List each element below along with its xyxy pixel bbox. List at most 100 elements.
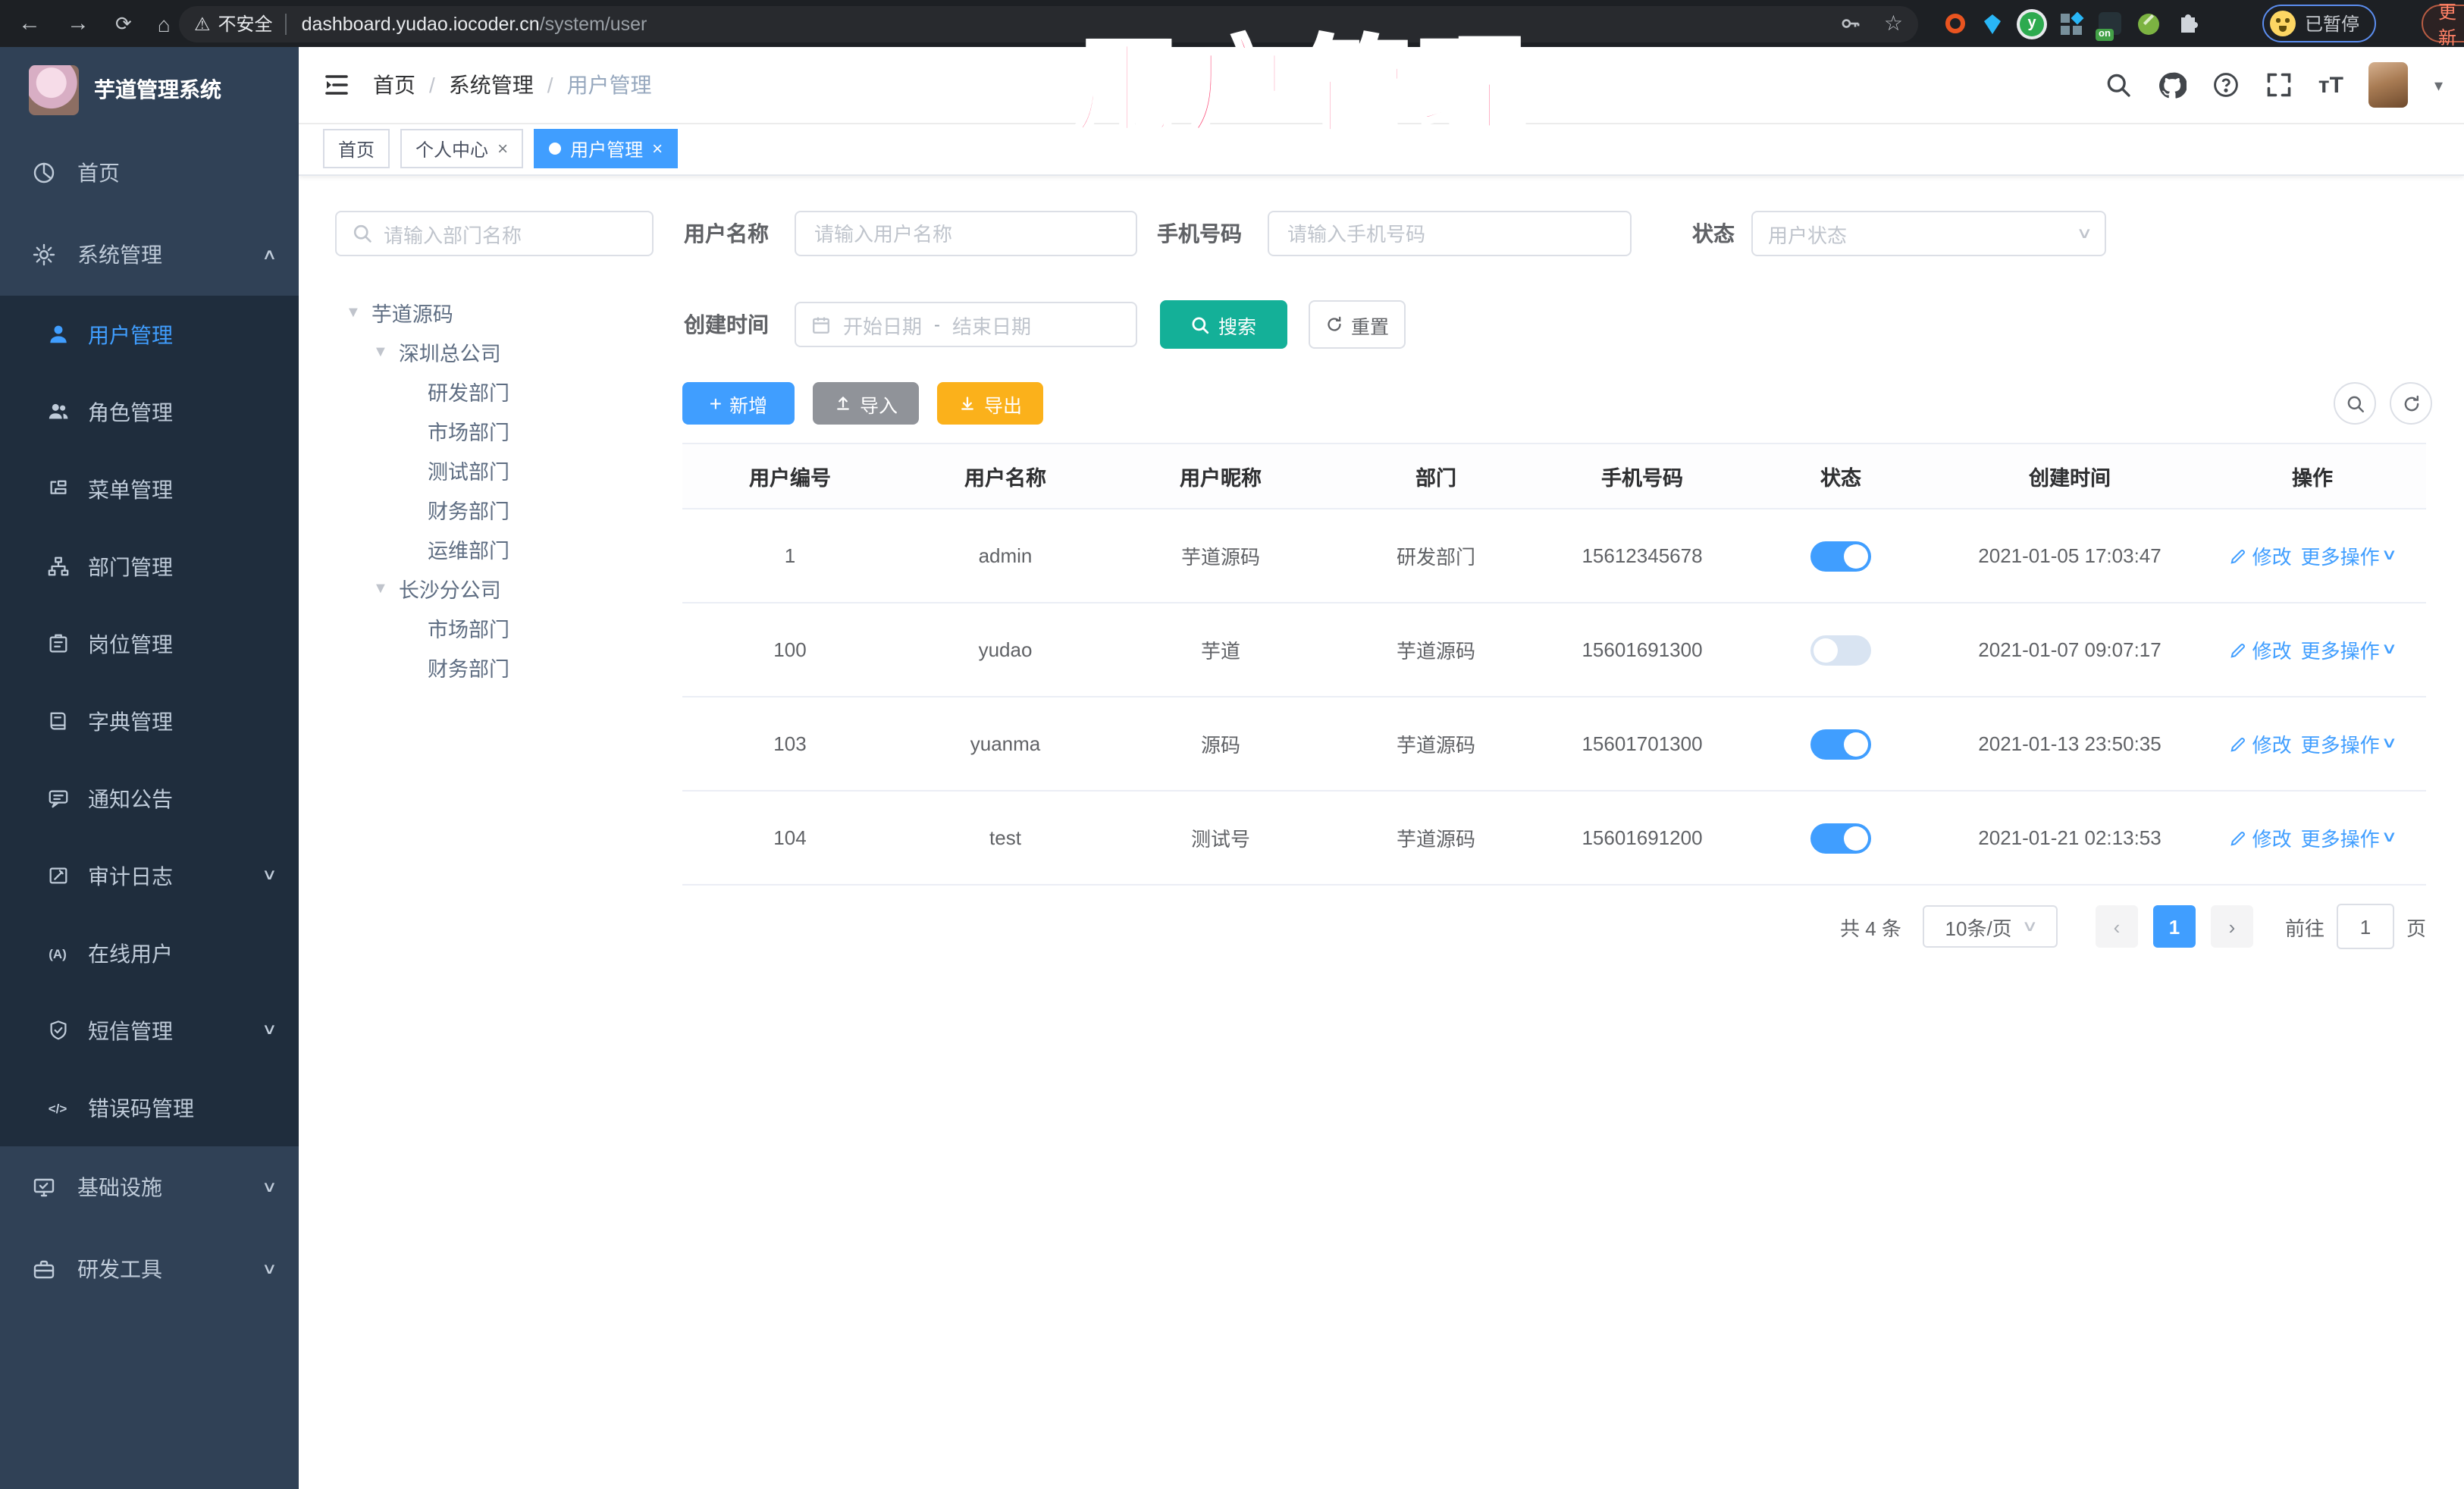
next-page-button[interactable]: › [2210, 905, 2253, 948]
tab-home[interactable]: 首页 [323, 129, 390, 168]
tree-node[interactable]: ▼ 深圳总公司 [335, 332, 654, 371]
breadcrumb-system[interactable]: 系统管理 [449, 70, 534, 100]
address-bar[interactable]: ⚠ 不安全 dashboard.yudao.iocoder.cn/system/… [179, 5, 1918, 42]
edit-link[interactable]: 修改 [2230, 541, 2292, 570]
more-actions-link[interactable]: 更多操作 ∨ [2301, 823, 2398, 852]
refresh-table-button[interactable] [2390, 382, 2432, 425]
import-button[interactable]: 导入 [813, 382, 919, 425]
cell-created: 2021-01-21 02:13:53 [1978, 826, 2161, 849]
reset-button[interactable]: 重置 [1309, 300, 1406, 349]
fullscreen-icon[interactable] [2265, 71, 2293, 99]
status-select[interactable]: 用户状态 ∨ [1751, 211, 2106, 256]
cell-id: 103 [773, 732, 807, 755]
caret-down-icon[interactable]: ▼ [373, 343, 388, 360]
extension-grid-icon[interactable] [2061, 11, 2084, 34]
extension-onoff-icon[interactable]: on [2096, 12, 2121, 41]
active-dot [549, 143, 562, 155]
cell-created: 2021-01-13 23:50:35 [1978, 732, 2161, 755]
goto-page-input[interactable] [2336, 904, 2394, 949]
username-input[interactable] [795, 211, 1137, 256]
close-icon[interactable]: × [652, 138, 663, 159]
export-button[interactable]: 导出 [937, 382, 1043, 425]
mobile-input[interactable] [1268, 211, 1632, 256]
sidebar-item-system[interactable]: 系统管理 ∧ [0, 214, 299, 296]
tree-node[interactable]: 测试部门 [335, 450, 654, 490]
sidebar-item-dict-mgmt[interactable]: 字典管理 [0, 682, 299, 760]
sidebar-item-online-users[interactable]: (A) 在线用户 [0, 914, 299, 992]
sidebar-item-notice[interactable]: 通知公告 [0, 760, 299, 837]
browser-back-icon[interactable]: ← [18, 12, 41, 35]
bookmark-star-icon[interactable]: ☆ [1884, 11, 1903, 36]
search-icon[interactable] [2105, 71, 2132, 99]
search-button[interactable]: 搜索 [1160, 300, 1287, 349]
sidebar-item-dept-mgmt[interactable]: 部门管理 [0, 528, 299, 605]
browser-reload-icon[interactable]: ⟳ [115, 14, 132, 33]
current-page-button[interactable]: 1 [2152, 905, 2196, 948]
sidebar-item-audit-log[interactable]: 审计日志 ∨ [0, 837, 299, 914]
user-menu-caret-icon[interactable]: ▾ [2434, 75, 2443, 95]
tab-profile[interactable]: 个人中心 × [400, 129, 524, 168]
extension-green-key-icon[interactable] [2138, 13, 2159, 34]
sidebar-item-dev-tools[interactable]: 研发工具 ∨ [0, 1228, 299, 1310]
tree-node[interactable]: 市场部门 [335, 411, 654, 450]
date-range-picker[interactable]: 开始日期 - 结束日期 [795, 302, 1137, 347]
status-toggle[interactable] [1810, 635, 1871, 665]
password-key-icon[interactable] [1840, 12, 1863, 35]
username-field[interactable] [811, 221, 1121, 246]
sidebar-item-label: 错误码管理 [88, 1096, 194, 1120]
sidebar-item-sms-mgmt[interactable]: 短信管理 ∨ [0, 992, 299, 1069]
more-actions-link[interactable]: 更多操作 ∨ [2301, 635, 2398, 664]
sidebar-item-post-mgmt[interactable]: 岗位管理 [0, 605, 299, 682]
tree-node[interactable]: 研发部门 [335, 371, 654, 411]
toggle-knob [1844, 544, 1868, 568]
avatar[interactable] [2368, 62, 2409, 108]
browser-home-icon[interactable]: ⌂ [158, 13, 171, 34]
status-toggle[interactable] [1810, 823, 1871, 853]
tree-node[interactable]: 运维部门 [335, 529, 654, 569]
app-logo[interactable]: 芋道管理系统 [0, 47, 299, 132]
tree-node[interactable]: 财务部门 [335, 647, 654, 687]
import-button-label: 导入 [859, 395, 898, 416]
edit-link[interactable]: 修改 [2230, 635, 2292, 664]
caret-down-icon[interactable]: ▼ [373, 580, 388, 597]
extension-gem-icon[interactable] [1982, 13, 2003, 34]
close-icon[interactable]: × [497, 138, 508, 159]
collapse-sidebar-icon[interactable] [321, 70, 352, 100]
sidebar-item-menu-mgmt[interactable]: 菜单管理 [0, 450, 299, 528]
tree-node[interactable]: ▼ 长沙分公司 [335, 569, 654, 608]
caret-down-icon[interactable]: ▼ [346, 304, 361, 321]
dept-search-input[interactable]: 请输入部门名称 [335, 211, 654, 256]
tree-node[interactable]: ▼ 芋道源码 [335, 293, 654, 332]
sidebar-item-home[interactable]: 首页 [0, 132, 299, 214]
help-icon[interactable] [2212, 71, 2240, 99]
toggle-knob [1814, 638, 1838, 662]
sidebar-item-user-mgmt[interactable]: 用户管理 [0, 296, 299, 373]
edit-link[interactable]: 修改 [2230, 823, 2292, 852]
status-toggle[interactable] [1810, 541, 1871, 571]
status-toggle[interactable] [1810, 729, 1871, 759]
browser-forward-icon[interactable]: → [67, 12, 89, 35]
extension-ubuntu-icon[interactable] [1945, 14, 1965, 33]
breadcrumb-home[interactable]: 首页 [373, 70, 415, 100]
sidebar-item-error-code[interactable]: </> 错误码管理 [0, 1069, 299, 1146]
toggle-search-button[interactable] [2334, 382, 2376, 425]
browser-profile-chip[interactable]: 已暂停 [2262, 5, 2377, 42]
sidebar-item-infrastructure[interactable]: 基础设施 ∨ [0, 1146, 299, 1228]
page-size-select[interactable]: 10条/页 ∨ [1922, 905, 2058, 948]
more-actions-link[interactable]: 更多操作 ∨ [2301, 729, 2398, 758]
tree-node[interactable]: 市场部门 [335, 608, 654, 647]
tab-user-mgmt[interactable]: 用户管理 × [534, 129, 679, 168]
add-button[interactable]: + 新增 [682, 382, 795, 425]
mobile-field[interactable] [1284, 221, 1615, 246]
tree-node[interactable]: 财务部门 [335, 490, 654, 529]
prev-page-button[interactable]: ‹ [2095, 905, 2138, 948]
browser-update-button[interactable]: 更新 ⋮ [2422, 1, 2464, 48]
sidebar-item-role-mgmt[interactable]: 角色管理 [0, 373, 299, 450]
extensions-puzzle-icon[interactable] [2176, 11, 2200, 36]
font-size-icon[interactable]: ᴛT [2318, 72, 2343, 98]
edit-link[interactable]: 修改 [2230, 729, 2292, 758]
extension-y-icon[interactable]: y [2020, 11, 2044, 36]
github-icon[interactable] [2158, 71, 2187, 99]
more-actions-link[interactable]: 更多操作 ∨ [2301, 541, 2398, 570]
security-warning-icon: ⚠ [194, 13, 211, 34]
